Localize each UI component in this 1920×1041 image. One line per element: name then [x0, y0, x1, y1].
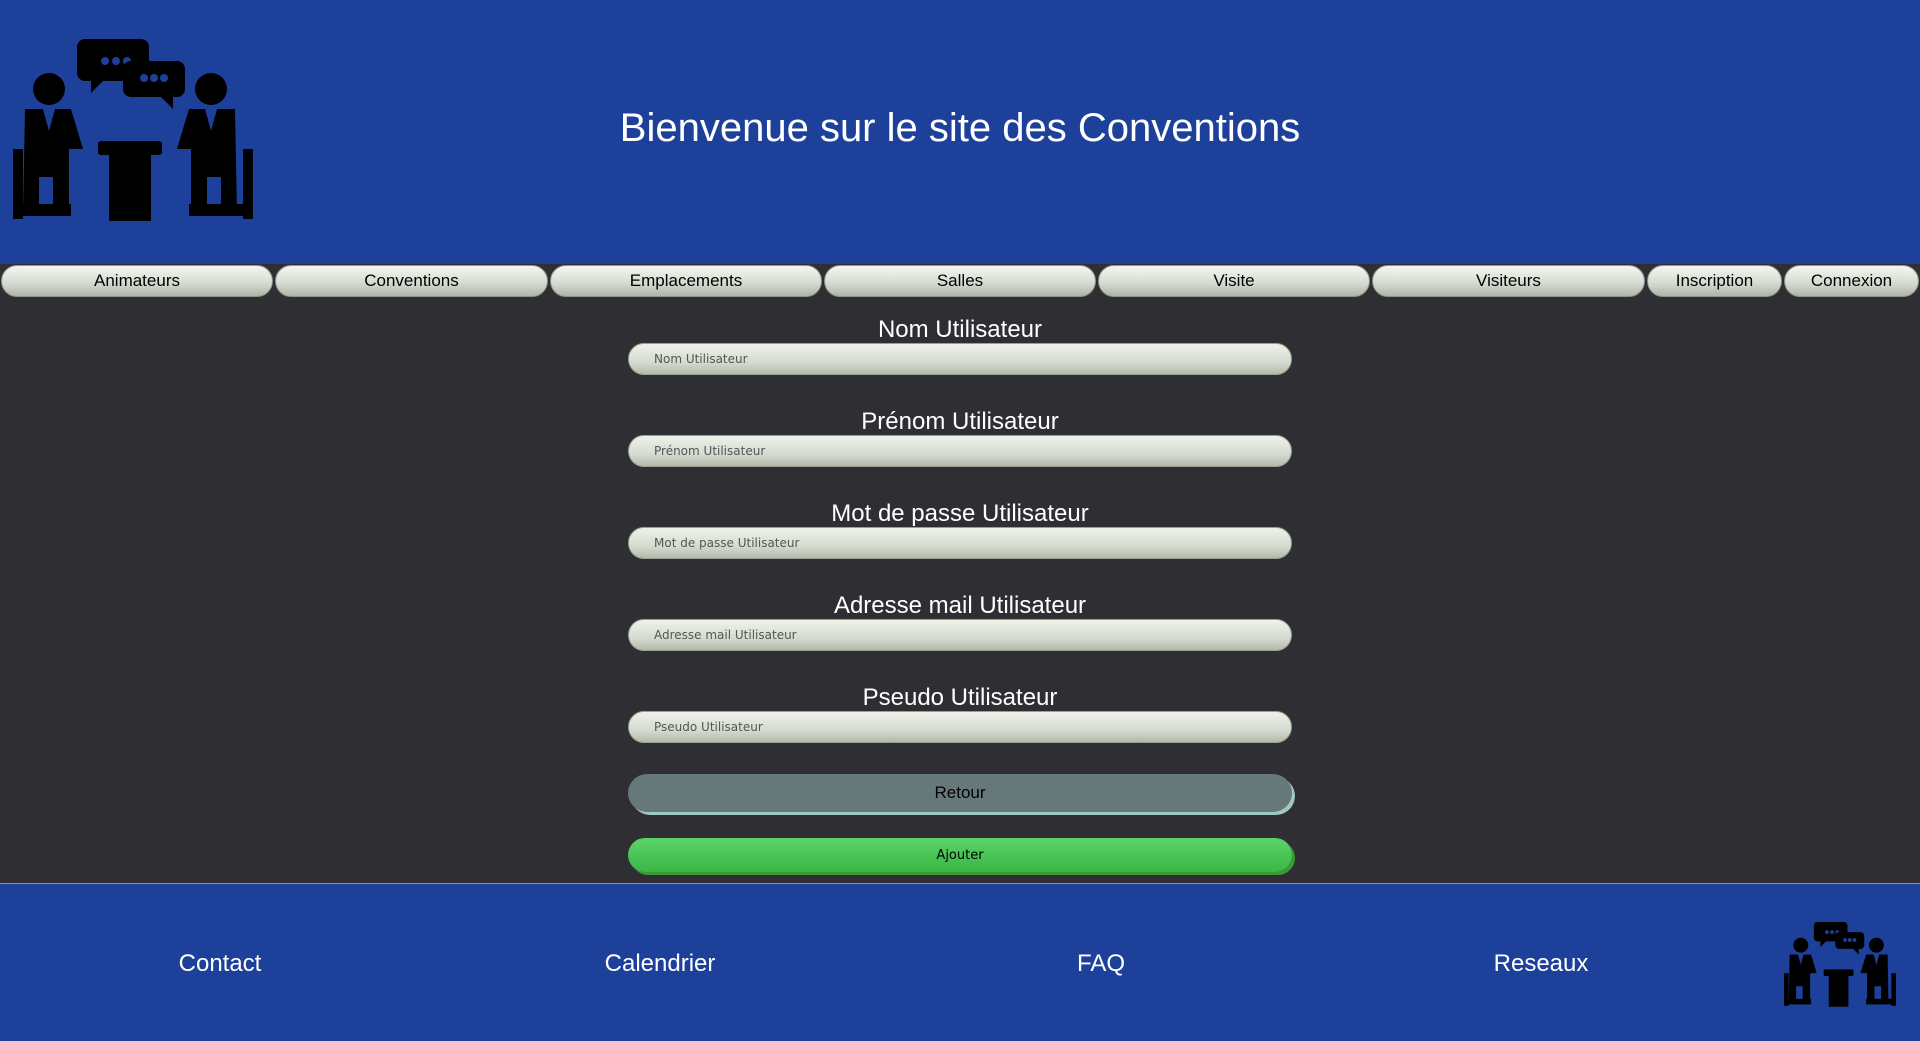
add-button[interactable]: Ajouter [628, 838, 1292, 872]
email-input[interactable] [628, 619, 1292, 651]
site-header: Bienvenue sur le site des Conventions [0, 0, 1920, 264]
nav-item-inscription[interactable]: Inscription [1647, 265, 1782, 297]
password-input[interactable] [628, 527, 1292, 559]
pseudo-label: Pseudo Utilisateur [862, 684, 1058, 711]
nav-item-animateurs[interactable]: Animateurs [1, 265, 273, 297]
nav-item-conventions[interactable]: Conventions [275, 265, 548, 297]
nom-input[interactable] [628, 343, 1292, 375]
pseudo-input[interactable] [628, 711, 1292, 743]
nav-item-visiteurs[interactable]: Visiteurs [1372, 265, 1645, 297]
conference-meeting-icon [1784, 920, 1896, 1010]
footer-link-contact[interactable]: Contact [179, 950, 262, 978]
prenom-label: Prénom Utilisateur [861, 408, 1059, 435]
footer-link-reseaux[interactable]: Reseaux [1494, 950, 1589, 978]
email-label: Adresse mail Utilisateur [833, 592, 1087, 619]
nom-label: Nom Utilisateur [877, 316, 1043, 343]
back-button[interactable]: Retour [628, 774, 1292, 812]
prenom-input[interactable] [628, 435, 1292, 467]
site-footer: Contact Calendrier FAQ Reseaux [0, 883, 1920, 1041]
nav-item-emplacements[interactable]: Emplacements [550, 265, 822, 297]
nav-item-connexion[interactable]: Connexion [1784, 265, 1919, 297]
footer-link-faq[interactable]: FAQ [1077, 950, 1125, 978]
main-navigation: Animateurs Conventions Emplacements Sall… [0, 264, 1920, 300]
footer-link-calendrier[interactable]: Calendrier [605, 950, 716, 978]
page-title: Bienvenue sur le site des Conventions [619, 106, 1301, 150]
nav-item-salles[interactable]: Salles [824, 265, 1096, 297]
password-label: Mot de passe Utilisateur [831, 500, 1089, 527]
nav-item-visite[interactable]: Visite [1098, 265, 1370, 297]
